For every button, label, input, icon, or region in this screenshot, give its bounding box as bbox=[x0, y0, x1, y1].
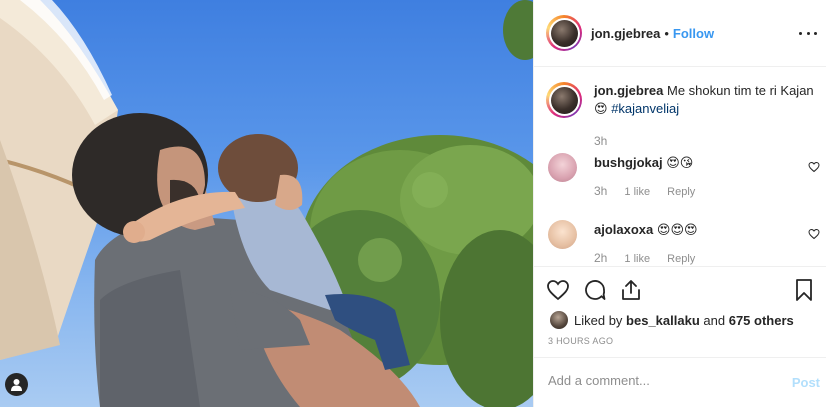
liker-avatar[interactable] bbox=[550, 311, 568, 329]
author-avatar[interactable] bbox=[546, 15, 582, 51]
comment-time[interactable]: 2h bbox=[594, 251, 607, 265]
author-username[interactable]: jon.gjebrea bbox=[591, 26, 660, 41]
comment-meta: 2h 1 like Reply bbox=[594, 251, 709, 265]
post-actions: Liked by bes_kallaku and 675 others 3 HO… bbox=[534, 266, 826, 406]
comments-list[interactable]: jon.gjebrea Me shokun tim te ri Kajan 😍 … bbox=[534, 68, 826, 266]
likes-others[interactable]: 675 others bbox=[729, 313, 794, 328]
caption-body: Me shokun tim te ri Kajan bbox=[666, 83, 814, 98]
post-timestamp[interactable]: 3 HOURS AGO bbox=[548, 336, 613, 346]
tagged-users-button[interactable] bbox=[5, 373, 28, 396]
heart-icon[interactable] bbox=[546, 278, 570, 302]
caption-username[interactable]: jon.gjebrea bbox=[594, 83, 663, 98]
share-icon[interactable] bbox=[619, 278, 643, 302]
likes-summary: Liked by bes_kallaku and 675 others bbox=[550, 311, 794, 329]
header-separator: • bbox=[664, 25, 669, 41]
post-comment-button[interactable]: Post bbox=[792, 375, 820, 390]
comment-likes[interactable]: 1 like bbox=[624, 253, 650, 265]
likes-prefix: Liked by bbox=[574, 312, 623, 328]
commenter-avatar[interactable] bbox=[548, 153, 577, 182]
user-icon bbox=[11, 379, 22, 391]
caption-author-avatar[interactable] bbox=[546, 82, 582, 118]
comment-time[interactable]: 3h bbox=[594, 184, 607, 198]
photo-illustration bbox=[0, 0, 533, 407]
comment-icon[interactable] bbox=[583, 278, 607, 302]
comment-like-icon[interactable] bbox=[808, 161, 820, 173]
more-options-icon[interactable] bbox=[799, 24, 817, 42]
avatar-image bbox=[550, 86, 578, 114]
action-icons bbox=[546, 278, 816, 302]
comment-body: 😍😍😍 bbox=[656, 222, 698, 237]
bookmark-icon[interactable] bbox=[792, 278, 816, 302]
caption-text: jon.gjebrea Me shokun tim te ri Kajan 😍 … bbox=[594, 82, 819, 118]
avatar-image bbox=[550, 19, 578, 47]
comment-meta: 3h 1 like Reply bbox=[594, 184, 709, 198]
reply-button[interactable]: Reply bbox=[667, 186, 695, 198]
caption-emoji: 😍 bbox=[594, 101, 608, 116]
commenter-avatar[interactable] bbox=[548, 220, 577, 249]
comment-username[interactable]: bushgjokaj bbox=[594, 155, 663, 170]
comment-username[interactable]: ajolaxoxa bbox=[594, 222, 653, 237]
comment-composer: Post bbox=[534, 357, 826, 407]
post-photo[interactable] bbox=[0, 0, 533, 407]
comment-text: ajolaxoxa 😍😍😍 bbox=[594, 222, 698, 238]
comment-like-icon[interactable] bbox=[808, 228, 820, 240]
post-caption: jon.gjebrea Me shokun tim te ri Kajan 😍 … bbox=[546, 82, 819, 118]
post-sidebar: jon.gjebrea • Follow jon.gjebrea Me shok… bbox=[533, 0, 826, 407]
avatar-border bbox=[548, 17, 580, 49]
liker-username[interactable]: bes_kallaku bbox=[626, 313, 700, 328]
instagram-post: jon.gjebrea • Follow jon.gjebrea Me shok… bbox=[0, 0, 826, 407]
caption-hashtag[interactable]: #kajanveliaj bbox=[611, 101, 679, 116]
comment-likes[interactable]: 1 like bbox=[624, 186, 650, 198]
follow-button[interactable]: Follow bbox=[673, 26, 714, 41]
post-header: jon.gjebrea • Follow bbox=[534, 0, 826, 67]
caption-timestamp[interactable]: 3h bbox=[594, 134, 607, 148]
comment-body: 😍😘 bbox=[666, 155, 694, 170]
likes-middle: and bbox=[703, 312, 726, 328]
comment-input[interactable] bbox=[548, 373, 768, 388]
comment-text: bushgjokaj 😍😘 bbox=[594, 155, 693, 171]
reply-button[interactable]: Reply bbox=[667, 253, 695, 265]
avatar-border bbox=[548, 84, 580, 116]
